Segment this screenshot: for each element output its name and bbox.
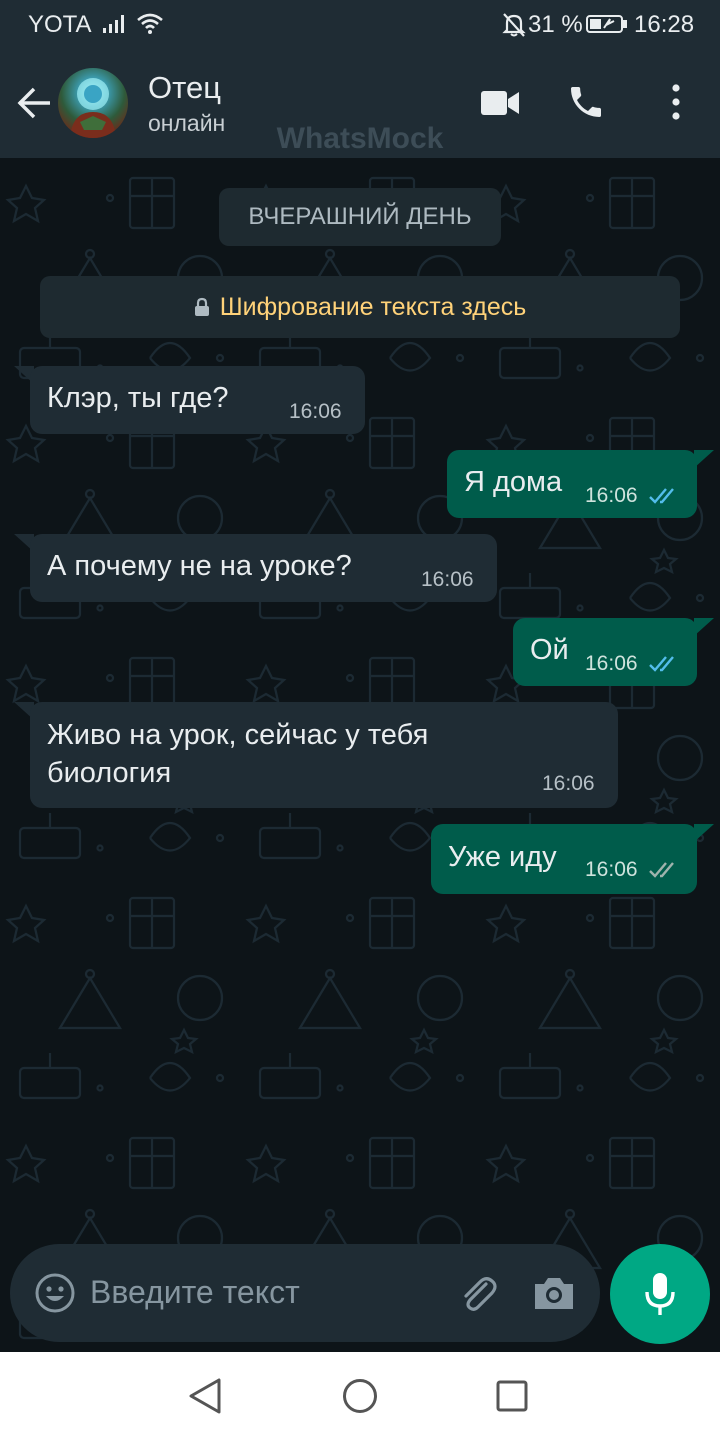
date-divider: ВЧЕРАШНИЙ ДЕНЬ (219, 188, 501, 246)
carrier-name: YOTA (28, 11, 92, 38)
message-input[interactable]: Введите текст (90, 1274, 300, 1311)
message-text: А почему не на уроке? (47, 550, 352, 582)
voice-record-button[interactable] (610, 1244, 710, 1344)
battery-percent: 31 % (528, 11, 583, 38)
bubble-tail (694, 450, 714, 468)
chat-area[interactable]: ВЧЕРАШНИЙ ДЕНЬ Шифрование текста здесь К… (0, 158, 720, 1352)
read-receipt-icon (649, 656, 674, 672)
message-bubble-incoming[interactable]: А почему не на уроке? 16:06 (30, 534, 497, 602)
mic-icon (645, 1273, 675, 1315)
watermark: WhatsMock (276, 122, 444, 155)
message-bubble-incoming[interactable]: Живо на урок, сейчас у тебя биология 16:… (30, 702, 618, 808)
message-bubble-incoming[interactable]: Клэр, ты где? 16:06 (30, 366, 365, 434)
encryption-notice[interactable]: Шифрование текста здесь (40, 276, 680, 338)
bubble-tail (694, 824, 714, 842)
clock: 16:28 (634, 11, 695, 38)
status-bar: YOTA 31 % 16:28 (0, 0, 720, 48)
bubble-tail (694, 618, 714, 636)
nav-recent-icon[interactable] (496, 1380, 528, 1412)
mute-icon (502, 13, 526, 37)
voice-call-icon[interactable] (566, 82, 606, 122)
battery-icon (586, 15, 627, 33)
signal-icon (103, 15, 124, 33)
message-time: 16:06 (421, 568, 474, 591)
message-time: 16:06 (585, 652, 638, 675)
nav-back-icon[interactable] (188, 1378, 222, 1414)
message-text: Клэр, ты где? (47, 382, 229, 414)
delivered-receipt-icon (649, 862, 674, 878)
back-icon[interactable] (16, 86, 52, 120)
chat-header: Отец онлайн WhatsMock (0, 48, 720, 158)
emoji-icon[interactable] (34, 1272, 76, 1314)
camera-icon[interactable] (532, 1274, 576, 1312)
message-text-line-1: Живо на урок, сейчас у тебя (47, 719, 429, 751)
menu-icon[interactable] (664, 82, 688, 122)
message-time: 16:06 (585, 484, 638, 507)
message-bubble-outgoing[interactable]: Ой 16:06 (513, 618, 697, 686)
message-composer[interactable]: Введите текст (10, 1244, 600, 1342)
message-bubble-outgoing[interactable]: Уже иду 16:06 (431, 824, 697, 894)
lock-icon (194, 297, 209, 316)
video-call-icon[interactable] (480, 88, 520, 118)
message-time: 16:06 (585, 858, 638, 881)
read-receipt-icon (649, 488, 674, 504)
system-navigation-bar (0, 1352, 720, 1440)
contact-name[interactable]: Отец (148, 70, 221, 106)
message-time: 16:06 (289, 400, 342, 423)
message-text: Ой (530, 634, 569, 666)
wifi-icon (137, 13, 163, 34)
message-bubble-outgoing[interactable]: Я дома 16:06 (447, 450, 697, 518)
encryption-notice-text: Шифрование текста здесь (219, 293, 527, 321)
attach-icon[interactable] (456, 1272, 500, 1316)
message-text-line-2: биология (47, 757, 172, 789)
message-text: Я дома (464, 466, 563, 498)
message-text: Уже иду (448, 841, 557, 873)
nav-home-icon[interactable] (342, 1378, 378, 1414)
message-time: 16:06 (542, 772, 595, 795)
